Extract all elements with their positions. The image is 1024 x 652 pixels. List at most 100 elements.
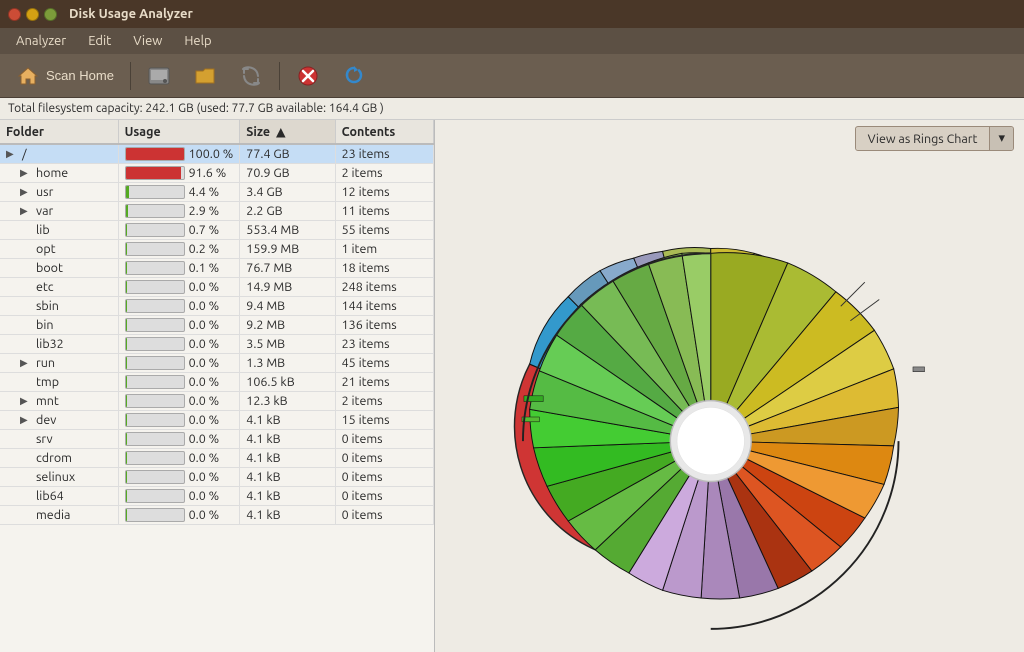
table-row[interactable]: lib 0.7 % 553.4 MB 55 items [0, 221, 434, 240]
view-button-arrow-icon[interactable]: ▾ [989, 127, 1013, 150]
folder-name-label: media [36, 508, 70, 522]
refresh-button[interactable] [334, 60, 374, 92]
table-row[interactable]: sbin 0.0 % 9.4 MB 144 items [0, 297, 434, 316]
usage-fill [126, 148, 185, 160]
folder-name-label: var [36, 204, 53, 218]
usage-bar-cell: 0.0 % [118, 392, 240, 411]
table-row[interactable]: selinux 0.0 % 4.1 kB 0 items [0, 468, 434, 487]
table-row[interactable]: opt 0.2 % 159.9 MB 1 item [0, 240, 434, 259]
table-row[interactable]: ▶ dev 0.0 % 4.1 kB 15 items [0, 411, 434, 430]
scan-device-button[interactable] [185, 60, 225, 92]
table-row[interactable]: ▶ / 100.0 % 77.4 GB 23 items [0, 144, 434, 164]
usage-bar-cell: 91.6 % [118, 164, 240, 183]
size-cell: 4.1 kB [240, 487, 335, 506]
folder-name-label: bin [36, 318, 54, 332]
scan-reload-button[interactable] [231, 60, 271, 92]
table-row[interactable]: bin 0.0 % 9.2 MB 136 items [0, 316, 434, 335]
table-row[interactable]: ▶ usr 4.4 % 3.4 GB 12 items [0, 183, 434, 202]
folder-cell: etc [0, 278, 118, 297]
size-cell: 70.9 GB [240, 164, 335, 183]
contents-cell: 2 items [335, 392, 433, 411]
expand-arrow-icon[interactable]: ▶ [6, 148, 18, 160]
contents-cell: 15 items [335, 411, 433, 430]
table-row[interactable]: cdrom 0.0 % 4.1 kB 0 items [0, 449, 434, 468]
folder-cell: ▶ / [0, 144, 118, 164]
table-row[interactable]: lib32 0.0 % 3.5 MB 23 items [0, 335, 434, 354]
view-as-rings-button[interactable]: View as Rings Chart ▾ [855, 126, 1014, 151]
scan-home-label: Scan Home [46, 68, 114, 83]
usage-pct-label: 0.0 % [189, 337, 220, 351]
menu-help[interactable]: Help [174, 32, 221, 50]
usage-fill [126, 357, 127, 369]
col-header-size[interactable]: Size ▲ [240, 120, 335, 144]
col-header-usage[interactable]: Usage [118, 120, 240, 144]
folder-cell: ▶ usr [0, 183, 118, 202]
folder-name-label: etc [36, 280, 54, 294]
minimize-button[interactable] [26, 8, 39, 21]
col-header-folder[interactable]: Folder [0, 120, 118, 144]
table-row[interactable]: media 0.0 % 4.1 kB 0 items [0, 506, 434, 525]
table-row[interactable]: boot 0.1 % 76.7 MB 18 items [0, 259, 434, 278]
table-row[interactable]: tmp 0.0 % 106.5 kB 21 items [0, 373, 434, 392]
expand-arrow-icon[interactable]: ▶ [20, 167, 32, 179]
contents-cell: 0 items [335, 468, 433, 487]
size-cell: 12.3 kB [240, 392, 335, 411]
usage-fill [126, 414, 127, 426]
sort-arrow-icon: ▲ [276, 124, 286, 139]
usage-pct-label: 100.0 % [189, 147, 234, 161]
folder-name-label: lib [36, 223, 50, 237]
table-row[interactable]: ▶ home 91.6 % 70.9 GB 2 items [0, 164, 434, 183]
expand-arrow-icon[interactable]: ▶ [20, 186, 32, 198]
usage-bar-cell: 0.0 % [118, 449, 240, 468]
toolbar-separator-2 [279, 62, 280, 90]
usage-fill [126, 509, 127, 521]
contents-cell: 2 items [335, 164, 433, 183]
folder-name-label: lib32 [36, 337, 64, 351]
menu-analyzer[interactable]: Analyzer [6, 32, 76, 50]
table-row[interactable]: ▶ var 2.9 % 2.2 GB 11 items [0, 202, 434, 221]
size-cell: 4.1 kB [240, 506, 335, 525]
stop-button[interactable] [288, 60, 328, 92]
toolbar: Scan Home [0, 54, 1024, 98]
folder-name-label: home [36, 166, 68, 180]
folder-cell: cdrom [0, 449, 118, 468]
col-header-contents[interactable]: Contents [335, 120, 433, 144]
title-bar: Disk Usage Analyzer [0, 0, 1024, 28]
menu-view[interactable]: View [123, 32, 172, 50]
folder-name-label: opt [36, 242, 56, 256]
usage-bar [125, 185, 185, 199]
folder-cell: media [0, 506, 118, 525]
scan-folder-button[interactable] [139, 60, 179, 92]
folder-name-label: run [36, 356, 55, 370]
window-controls[interactable] [8, 8, 57, 21]
expand-arrow-icon[interactable]: ▶ [20, 414, 32, 426]
folder-name-label: lib64 [36, 489, 64, 503]
menu-edit[interactable]: Edit [78, 32, 121, 50]
size-cell: 553.4 MB [240, 221, 335, 240]
table-row[interactable]: ▶ mnt 0.0 % 12.3 kB 2 items [0, 392, 434, 411]
file-table-container[interactable]: Folder Usage Size ▲ Contents ▶ / 100. [0, 120, 435, 652]
contents-cell: 0 items [335, 506, 433, 525]
table-row[interactable]: lib64 0.0 % 4.1 kB 0 items [0, 487, 434, 506]
expand-arrow-icon[interactable]: ▶ [20, 205, 32, 217]
usage-fill [126, 490, 127, 502]
folder-cell: ▶ home [0, 164, 118, 183]
contents-cell: 0 items [335, 430, 433, 449]
scan-home-button[interactable]: Scan Home [8, 60, 122, 92]
folder-name-label: sbin [36, 299, 59, 313]
size-cell: 4.1 kB [240, 449, 335, 468]
contents-cell: 23 items [335, 335, 433, 354]
expand-arrow-icon[interactable]: ▶ [20, 395, 32, 407]
folder-name-label: boot [36, 261, 63, 275]
usage-pct-label: 0.0 % [189, 318, 220, 332]
usage-bar [125, 147, 185, 161]
size-cell: 3.4 GB [240, 183, 335, 202]
usage-bar-cell: 0.0 % [118, 468, 240, 487]
table-row[interactable]: srv 0.0 % 4.1 kB 0 items [0, 430, 434, 449]
usage-pct-label: 0.0 % [189, 489, 220, 503]
table-row[interactable]: etc 0.0 % 14.9 MB 248 items [0, 278, 434, 297]
expand-arrow-icon[interactable]: ▶ [20, 357, 32, 369]
table-row[interactable]: ▶ run 0.0 % 1.3 MB 45 items [0, 354, 434, 373]
close-button[interactable] [8, 8, 21, 21]
maximize-button[interactable] [44, 8, 57, 21]
